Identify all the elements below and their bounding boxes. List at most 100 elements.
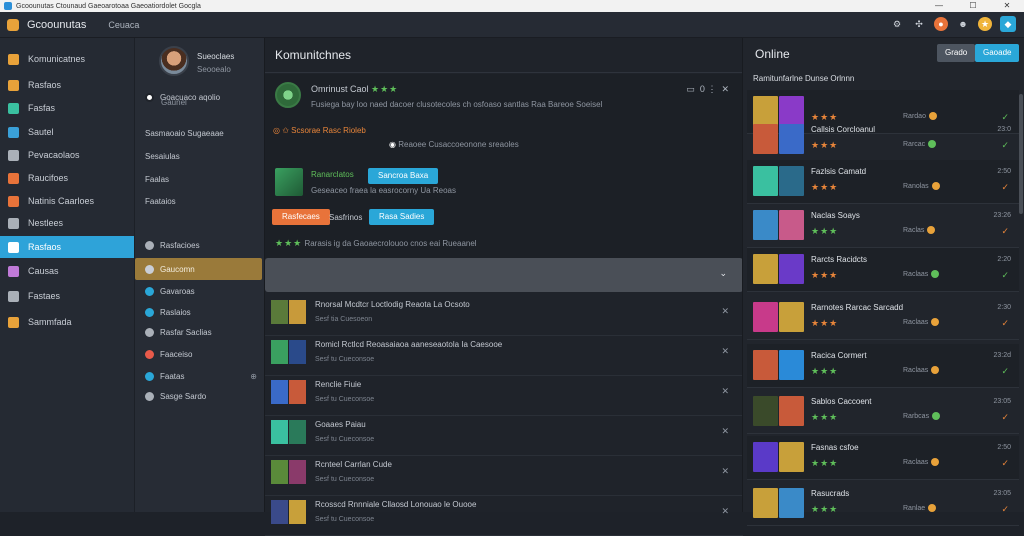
nav-icon [8,53,19,65]
online-meta: Raclaas [903,458,940,466]
window-controls: — ☐ ✕ [922,0,1024,12]
dismiss-icon[interactable]: ✕ [721,306,729,317]
notification-icon[interactable]: ● [934,17,948,31]
notice-icon: ◎ ✩ [273,126,289,135]
online-time: 2:20 [997,256,1011,263]
friend-item[interactable]: Sesaiulas [135,145,265,167]
list-item[interactable]: Renclie Fiuie Sesf tu Cueconsoe ✕ [265,372,743,416]
friend-item[interactable]: Faataios [135,190,265,212]
friends-icon[interactable]: ☻ [956,17,970,31]
nav-label: Rasfaos [28,242,62,252]
dismiss-icon[interactable]: ✕ [721,466,729,477]
chevron-down-icon[interactable]: ⌄ [719,268,727,279]
avatar[interactable] [159,46,189,76]
achievement-icon[interactable]: ★ [978,17,992,31]
minimize-icon[interactable]: — [922,0,956,12]
friend-item[interactable]: Sasge Sardo [135,385,265,407]
blue-button[interactable]: Rasa Sadies [369,209,435,225]
top-nav-link[interactable]: Ceuaca [108,20,139,30]
list-item[interactable]: Rcnteel Carrlan Cude Sesf tu Cueconsoe ✕ [265,452,743,496]
friend-item[interactable]: Sasmaoaio Sugaeaae [135,122,265,144]
left-navigation: Komunicatnes Rasfaos Fasfas Sautel Pevacaola… [0,38,134,512]
list-item[interactable]: Rcosscd Rnnniale Cllaosd Lonouao le Ouoo… [265,492,743,536]
online-row[interactable]: Racica Cormert ★★★ Raclaas 23:2d ✓ [747,344,1019,388]
nav-label: Causas [28,266,59,276]
window-titlebar: Gcoounutas Ctounaud Gaeoarotoaa Gaeoatio… [0,0,1024,12]
online-row[interactable]: Fasnas csfoe ★★★ Raclaas 2:50 ✓ [747,436,1019,480]
tools-icon[interactable]: ✣ [912,17,926,31]
nav-item[interactable]: Causas [0,260,134,282]
user-menu-icon[interactable]: ◆ [1000,16,1016,32]
friend-item[interactable]: Faalas [135,168,265,190]
dismiss-icon[interactable]: ✕ [721,426,729,437]
friend-status-icon [145,240,154,250]
friend-item[interactable]: Rasfacioes [135,234,265,256]
orange-button[interactable]: Rasfecaes [272,209,330,225]
status-selector[interactable]: Goacuaco aqolio [135,86,265,108]
friend-item[interactable]: Faatas ⊕ [135,365,265,387]
online-row[interactable]: Rarcts Racidcts ★★★ Raclaas 2:20 ✓ [747,248,1019,292]
list-item[interactable]: Rnorsal Mcdtcr Loctlodig Reaota La Ocsot… [265,292,743,336]
close-window-icon[interactable]: ✕ [990,0,1024,12]
game-thumbnail [753,442,805,472]
nav-item[interactable]: Rasfaos [0,74,134,96]
friend-item[interactable]: Rasfar Saclias [135,321,265,343]
online-row[interactable]: Callsis Corcloanul ★★★ Rarcac 23:0 ✓ [747,118,1019,162]
item-thumbnail [271,340,307,364]
game-thumbnail [753,166,805,196]
nav-item[interactable]: Nestlees [0,212,134,234]
item-action-button[interactable]: Sancroa Baxa [368,168,439,184]
nav-item[interactable]: Sautel [0,121,134,143]
dismiss-icon[interactable]: ✕ [721,386,729,397]
item-sub: Sesf tu Cueconsoe [315,516,375,523]
friend-item[interactable]: Raslaios [135,301,265,323]
badge-icon [931,458,940,466]
online-row[interactable]: Naclas Soays ★★★ Raclas 23:26 ✓ [747,204,1019,248]
profile-card[interactable]: Sueoclaes Seooealo [159,46,259,80]
nav-item[interactable]: Raucifoes [0,167,134,189]
comment-icon[interactable]: ▭ [686,84,695,94]
nav-label: Nestlees [28,218,64,228]
scrollbar[interactable] [1019,94,1023,214]
item-thumbnail [271,300,307,324]
check-icon: ✓ [1001,270,1009,280]
online-meta-label: Ranlae [903,504,926,512]
maximize-icon[interactable]: ☐ [956,0,990,12]
nav-item[interactable]: Fasfas [0,97,134,119]
nav-item[interactable]: Pevacaolaos [0,144,134,166]
online-name: Fasnas csfoe [811,443,859,452]
nav-item[interactable]: Natinis Caarloes [0,190,134,212]
post-avatar[interactable] [275,82,301,108]
check-icon: ✓ [1001,140,1009,150]
close-post-icon[interactable]: ✕ [721,84,729,94]
expanded-section-bar[interactable]: ⌄ [265,258,743,292]
online-row[interactable]: Rasucrads ★★★ Ranlae 23:05 ✓ [747,482,1019,526]
online-meta: Rarcac [903,140,937,148]
friend-item[interactable]: Gaucomn [135,258,262,280]
add-friend-icon[interactable]: ⊕ [250,372,257,381]
friend-item[interactable]: Gavaroas [135,280,265,302]
online-action-button[interactable]: Gaoade [975,44,1020,62]
online-time: 23:2d [993,352,1011,359]
online-row[interactable]: Fazlsis Camatd ★★★ Ranolas 2:50 ✓ [747,160,1019,204]
settings-icon[interactable]: ⚙ [890,17,904,31]
nav-item[interactable]: Sammfada [0,311,134,333]
nav-item[interactable]: Rasfaos [0,236,134,258]
post-image[interactable] [275,168,303,196]
friend-label: Sasge Sardo [160,391,207,401]
online-row[interactable]: Sablos Caccoent ★★★ Rarbcas 23:05 ✓ [747,390,1019,434]
online-filter-button[interactable]: Grado [937,44,976,62]
list-item[interactable]: Goaaes Paiau Sesf tu Cueconsoe ✕ [265,412,743,456]
online-time: 23:05 [993,490,1011,497]
nav-item[interactable]: Komunicatnes [0,48,134,70]
online-meta-label: Raclaas [903,270,929,278]
app-logo-icon [7,18,19,31]
more-icon[interactable]: ⋮ [707,84,716,94]
friend-item[interactable]: Faaceiso [135,343,265,365]
dismiss-icon[interactable]: ✕ [721,346,729,357]
check-icon: ✓ [1001,226,1009,236]
online-row[interactable]: Rarnotes Rarcac Sarcadd ★★★ Raclaas 2:30 ✓ [747,296,1019,340]
list-item[interactable]: Romicl Rctlcd Reoasaiaoa aaneseaotola Ia… [265,332,743,376]
friend-label: Faaceiso [160,349,193,359]
nav-item[interactable]: Fastaes [0,285,134,307]
